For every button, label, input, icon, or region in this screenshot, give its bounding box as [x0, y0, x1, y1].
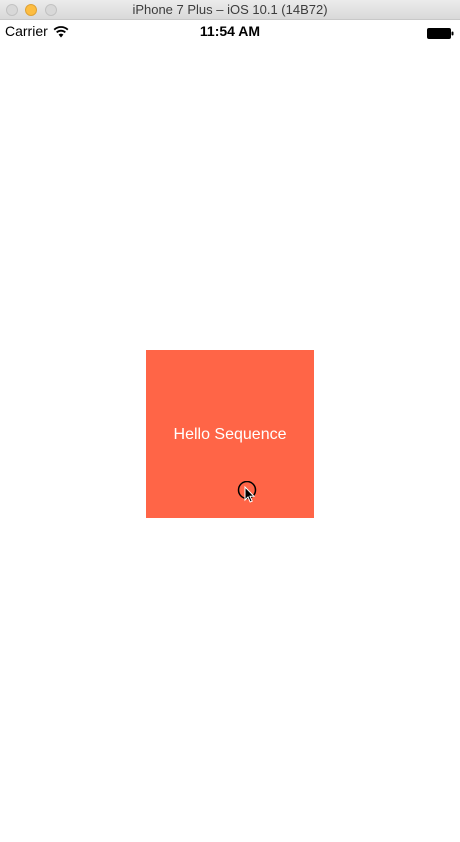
status-bar-time: 11:54 AM [199, 23, 261, 39]
simulator-window: iPhone 7 Plus – iOS 10.1 (14B72) Carrier… [0, 0, 460, 842]
hello-sequence-label: Hello Sequence [173, 426, 287, 443]
hello-sequence-view[interactable]: Hello Sequence [146, 350, 314, 518]
mouse-pointer-icon [237, 480, 259, 503]
window-title-bar[interactable]: iPhone 7 Plus – iOS 10.1 (14B72) [0, 0, 460, 20]
ios-status-bar: Carrier 11:54 AM [0, 20, 460, 44]
battery-icon [427, 26, 454, 39]
window-title: iPhone 7 Plus – iOS 10.1 (14B72) [132, 2, 328, 17]
